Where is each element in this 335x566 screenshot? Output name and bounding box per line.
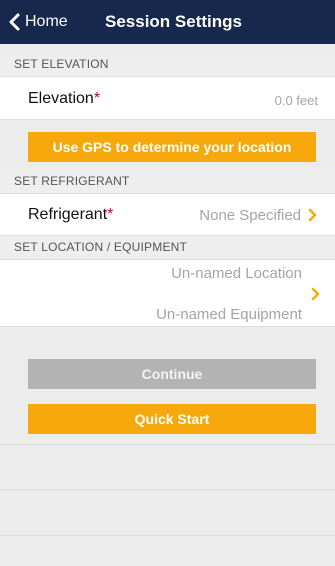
back-label: Home bbox=[25, 13, 68, 30]
required-mark: * bbox=[107, 206, 114, 223]
chevron-left-icon bbox=[9, 13, 20, 31]
quick-start-button[interactable]: Quick Start bbox=[28, 404, 316, 434]
section-header-elevation: SET ELEVATION bbox=[0, 53, 335, 76]
location-equipment-row[interactable]: Un-named Location Un-named Equipment bbox=[0, 259, 335, 327]
required-mark: * bbox=[93, 90, 101, 107]
chevron-right-icon bbox=[311, 287, 320, 301]
elevation-row[interactable]: Elevation* 0.0 feet bbox=[0, 76, 335, 120]
equipment-value: Un-named Equipment bbox=[156, 306, 302, 323]
list-separator bbox=[0, 444, 335, 445]
continue-button[interactable]: Continue bbox=[28, 359, 316, 389]
elevation-label: Elevation* bbox=[28, 90, 101, 107]
chevron-right-icon bbox=[308, 208, 317, 222]
section-header-location: SET LOCATION / EQUIPMENT bbox=[0, 236, 335, 259]
back-button[interactable]: Home bbox=[8, 10, 68, 34]
list-separator bbox=[0, 535, 335, 536]
refrigerant-label: Refrigerant* bbox=[28, 206, 114, 223]
elevation-value: 0.0 feet bbox=[274, 93, 318, 108]
nav-bar: Home Session Settings bbox=[0, 0, 335, 44]
refrigerant-row[interactable]: Refrigerant* None Specified bbox=[0, 193, 335, 236]
location-value: Un-named Location bbox=[171, 265, 302, 282]
list-separator bbox=[0, 489, 335, 490]
page-title: Session Settings bbox=[105, 12, 242, 31]
section-header-refrigerant: SET REFRIGERANT bbox=[0, 170, 335, 193]
refrigerant-value: None Specified bbox=[199, 207, 301, 224]
use-gps-button[interactable]: Use GPS to determine your location bbox=[28, 132, 316, 162]
